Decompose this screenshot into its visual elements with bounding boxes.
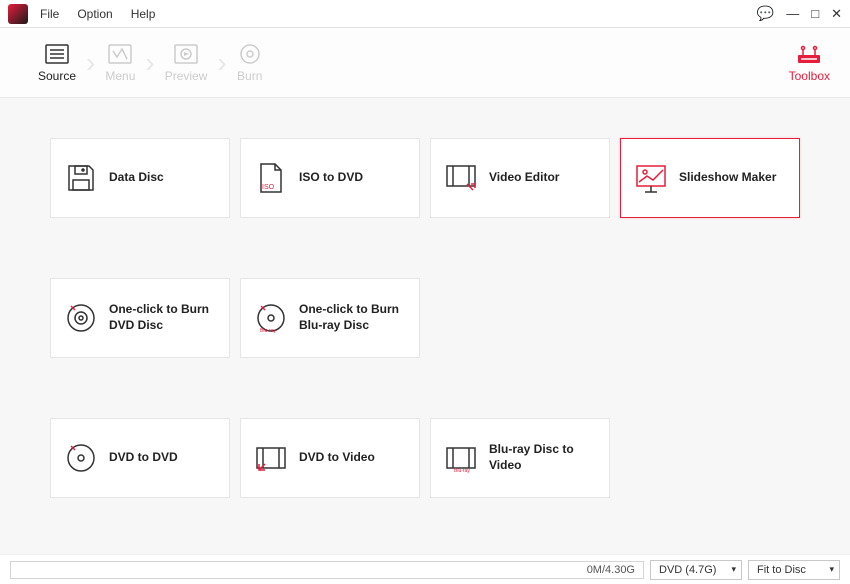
bluray-burn-icon: Blu-ray [255,302,287,334]
app-logo-icon [8,4,28,24]
tool-dvd-to-dvd[interactable]: DVD to DVD [50,418,230,498]
maximize-button[interactable]: □ [811,6,819,21]
nav-preview[interactable]: Preview [147,43,226,83]
tool-bluray-to-video[interactable]: Blu-ray Blu-ray Disc to Video [430,418,610,498]
tool-row-1: Data Disc ISO ISO to DVD Video Editor Sl… [50,138,800,218]
tool-oneclick-dvd[interactable]: One-click to Burn DVD Disc [50,278,230,358]
dvd-video-icon [255,442,287,474]
tool-label: One-click to Burn DVD Disc [109,302,215,333]
toolbox-content: Data Disc ISO ISO to DVD Video Editor Sl… [0,98,850,554]
tool-row-3: DVD to DVD DVD to Video Blu-ray Blu-ray … [50,418,800,498]
tool-label: DVD to DVD [109,450,178,466]
window-controls: 💬 — □ ✕ [757,5,842,22]
menubar: File Option Help [40,7,155,21]
minimize-button[interactable]: — [786,6,799,21]
tool-label: Data Disc [109,170,164,186]
tool-oneclick-bluray[interactable]: Blu-ray One-click to Burn Blu-ray Disc [240,278,420,358]
source-icon [44,43,70,65]
bluray-video-icon: Blu-ray [445,442,477,474]
close-button[interactable]: ✕ [831,6,842,22]
tool-label: ISO to DVD [299,170,363,186]
nav-toolbox[interactable]: Toolbox [789,43,830,83]
fit-value: Fit to Disc [757,564,806,576]
burn-icon [237,43,263,65]
tool-label: DVD to Video [299,450,375,466]
nav-burn[interactable]: Burn [219,43,281,83]
nav-toolbox-label: Toolbox [789,69,830,83]
iso-file-icon: ISO [255,162,287,194]
tool-row-2: One-click to Burn DVD Disc Blu-ray One-c… [50,278,800,358]
nav-source[interactable]: Source [20,43,94,83]
menu-file[interactable]: File [40,7,59,21]
disc-copy-icon [65,442,97,474]
disc-type-value: DVD (4.7G) [659,564,716,576]
menu-icon [107,43,133,65]
tool-label: Slideshow Maker [679,170,776,186]
toolbox-icon [795,43,823,65]
menu-help[interactable]: Help [131,7,156,21]
svg-text:Blu-ray: Blu-ray [260,328,276,334]
nav-breadcrumb: Source › Menu › Preview › Burn Toolbox [0,28,850,98]
nav-burn-label: Burn [237,69,262,83]
disc-type-dropdown[interactable]: DVD (4.7G) [650,560,742,580]
floppy-icon [65,162,97,194]
feedback-icon[interactable]: 💬 [757,5,774,22]
capacity-text: 0M/4.30G [587,564,635,576]
nav-menu[interactable]: Menu [87,43,153,83]
nav-source-label: Source [38,69,76,83]
tool-video-editor[interactable]: Video Editor [430,138,610,218]
tool-data-disc[interactable]: Data Disc [50,138,230,218]
tool-label: One-click to Burn Blu-ray Disc [299,302,405,333]
slideshow-icon [635,162,667,194]
tool-label: Video Editor [489,170,559,186]
capacity-bar: 0M/4.30G [10,561,644,579]
disc-burn-icon [65,302,97,334]
tool-label: Blu-ray Disc to Video [489,442,595,473]
preview-icon [173,43,199,65]
nav-menu-label: Menu [105,69,135,83]
fit-dropdown[interactable]: Fit to Disc [748,560,840,580]
tool-dvd-to-video[interactable]: DVD to Video [240,418,420,498]
svg-text:Blu-ray: Blu-ray [454,468,470,474]
menu-option[interactable]: Option [77,7,112,21]
tool-slideshow-maker[interactable]: Slideshow Maker [620,138,800,218]
nav-preview-label: Preview [165,69,208,83]
footer-bar: 0M/4.30G DVD (4.7G) Fit to Disc [0,554,850,584]
tool-iso-to-dvd[interactable]: ISO ISO to DVD [240,138,420,218]
svg-text:ISO: ISO [262,184,275,191]
titlebar: File Option Help 💬 — □ ✕ [0,0,850,28]
video-editor-icon [445,162,477,194]
